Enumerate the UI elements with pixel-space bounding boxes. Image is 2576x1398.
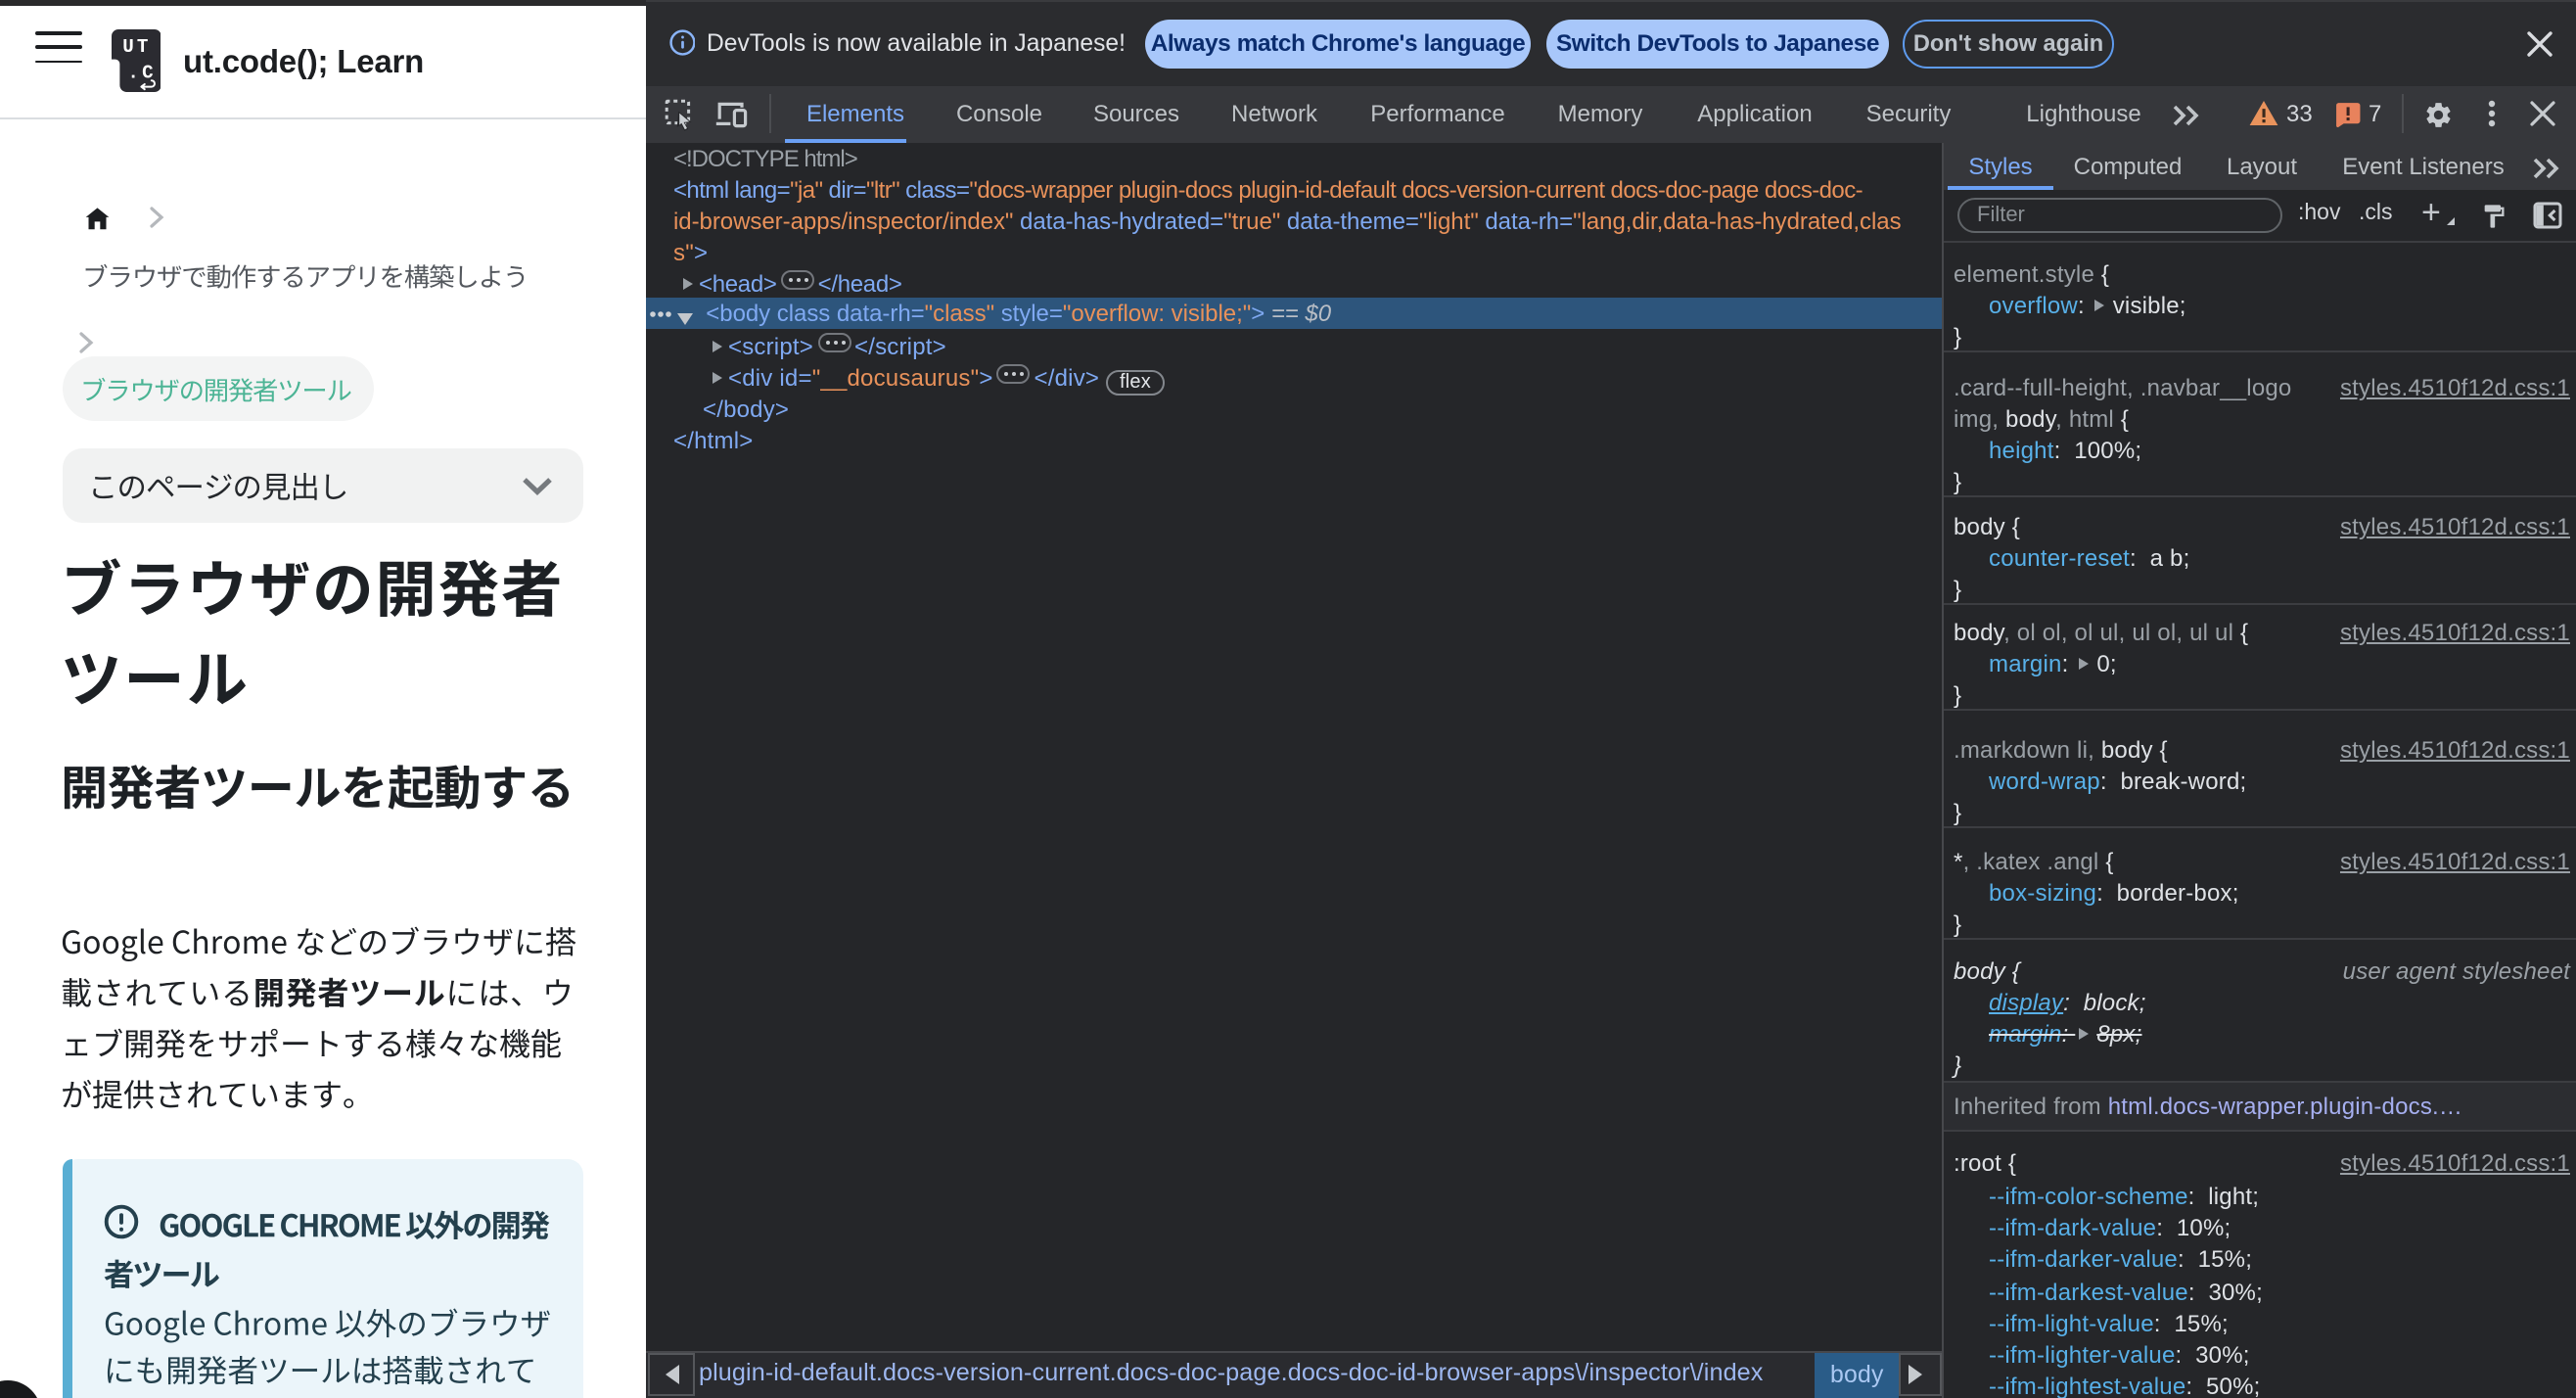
svg-text:UT: UT [121, 36, 150, 58]
